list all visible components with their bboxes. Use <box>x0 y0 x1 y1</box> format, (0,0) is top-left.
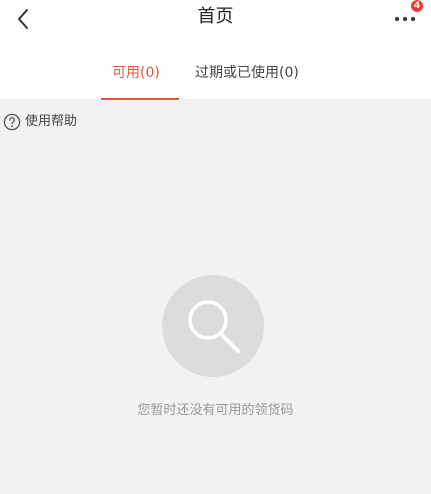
tab-bar: 可用(0) 过期或已使用(0) <box>0 48 431 100</box>
tab-available[interactable]: 可用(0) <box>112 63 160 83</box>
empty-state-message: 您暂时还没有可用的领货码 <box>137 403 294 418</box>
tab-expired-or-used[interactable]: 过期或已使用(0) <box>195 63 299 83</box>
help-label: 使用帮助 <box>25 114 78 129</box>
more-dots-icon <box>395 17 415 21</box>
top-bar: 首页 4 <box>0 0 431 48</box>
page-title: 首页 <box>197 6 234 27</box>
app-screen: 首页 4 可用(0) 过期或已使用(0) 使用帮助 您暂时还没有可用的领货码 <box>0 0 431 494</box>
more-menu-button[interactable]: 4 <box>393 0 423 33</box>
help-link[interactable]: 使用帮助 <box>3 112 77 132</box>
search-icon <box>188 300 240 353</box>
dot <box>403 17 407 21</box>
dot <box>411 17 415 21</box>
question-circle-icon <box>3 113 21 131</box>
back-button[interactable] <box>6 4 40 34</box>
notification-badge: 4 <box>411 0 423 12</box>
active-tab-indicator <box>101 98 179 100</box>
dot <box>395 17 399 21</box>
empty-state-illustration <box>162 275 264 377</box>
back-arrow-icon <box>18 9 28 29</box>
